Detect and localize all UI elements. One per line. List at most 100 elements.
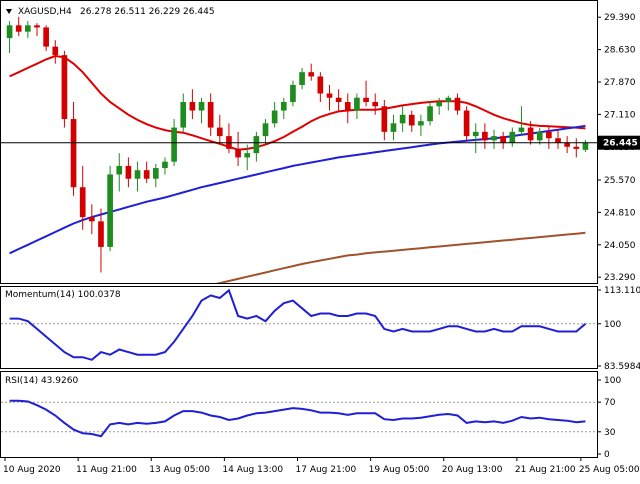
candle-body <box>116 165 123 175</box>
candle-body <box>363 97 369 103</box>
candle-body <box>354 97 360 111</box>
candle-body <box>107 174 113 247</box>
candle-body <box>52 46 59 56</box>
candle-body <box>573 146 580 149</box>
candle-body <box>198 102 205 111</box>
momentum-plot <box>1 288 597 361</box>
candle-body <box>472 131 479 137</box>
candle-body <box>427 106 433 122</box>
candle-body <box>61 55 68 120</box>
x-tick-label: 13 Aug 05:00 <box>149 465 210 475</box>
rsi-tick-label: 30 <box>604 428 616 438</box>
candle-body <box>125 165 132 179</box>
x-tick-label: 20 Aug 13:00 <box>442 465 503 475</box>
candle-body <box>482 131 488 141</box>
y-tick-label: 25.570 <box>604 176 636 186</box>
momentum-tick-label: 83.5984 <box>604 362 640 372</box>
candle-body <box>299 72 305 85</box>
candle-body <box>207 102 214 128</box>
candle-body <box>143 170 150 179</box>
x-tick-label: 10 Aug 2020 <box>3 465 61 475</box>
candle-body <box>372 102 379 107</box>
x-tick-label: 17 Aug 21:00 <box>296 465 357 475</box>
candle-body <box>381 106 388 132</box>
x-tick-label: 11 Aug 21:00 <box>76 465 137 475</box>
y-tick-label: 27.110 <box>604 110 636 120</box>
candle-body <box>262 123 269 137</box>
candle-body <box>180 102 187 128</box>
candle-body <box>171 127 177 162</box>
candle-body <box>418 121 424 126</box>
candle-body <box>344 102 351 111</box>
candle-body <box>509 131 516 143</box>
main-title: XAGUSD,H4 <box>18 7 72 17</box>
candle-body <box>25 25 31 32</box>
candle-body <box>390 123 397 132</box>
momentum-tick-label: 100 <box>604 320 621 330</box>
candle-body <box>290 84 296 103</box>
ohlc-header: 26.278 26.511 26.229 26.445 <box>80 7 215 17</box>
rsi-tick-label: 0 <box>604 450 610 460</box>
current-price-label: 26.445 <box>603 139 638 149</box>
y-tick-label: 24.050 <box>604 241 636 251</box>
candle-body <box>89 217 95 222</box>
ma-line-0 <box>9 54 586 151</box>
y-tick-label: 23.290 <box>604 273 636 283</box>
candle-body <box>491 136 497 141</box>
rsi-tick-label: 100 <box>604 376 621 386</box>
x-tick-label: 19 Aug 05:00 <box>369 465 430 475</box>
rsi-title: RSI(14) 43.9260 <box>5 376 78 386</box>
candle-body <box>399 114 406 124</box>
candle-body <box>518 127 525 132</box>
candle-body <box>253 136 260 154</box>
rsi-plot <box>1 399 597 438</box>
candle-body <box>79 187 86 218</box>
candle-body <box>34 25 40 28</box>
candle-body <box>43 27 49 47</box>
y-tick-label: 24.810 <box>604 208 636 218</box>
momentum-tick-label: 113.1103 <box>604 286 640 296</box>
x-tick-label: 25 Aug 05:00 <box>579 465 640 475</box>
momentum-line <box>9 288 587 361</box>
candle-body <box>436 102 443 107</box>
chart-window: XAGUSD,H4 26.278 26.511 26.229 26.445 Mo… <box>0 0 640 480</box>
candle-body <box>15 25 22 32</box>
candle-body <box>582 142 589 150</box>
candle-body <box>536 131 543 141</box>
rsi-tick-label: 70 <box>604 398 616 408</box>
candle-body <box>335 97 342 103</box>
candle-body <box>70 119 77 188</box>
ma-line-1 <box>9 124 586 255</box>
candle-body <box>134 170 141 179</box>
momentum-title: Momentum(14) 100.0378 <box>5 290 121 300</box>
x-tick-label: 21 Aug 21:00 <box>515 465 576 475</box>
candle-body <box>189 102 196 111</box>
rsi-pane-frame <box>0 371 598 458</box>
y-tick-label: 27.870 <box>604 78 636 88</box>
y-tick-label: 29.390 <box>604 13 636 23</box>
ma-line-2 <box>215 231 586 283</box>
rsi-line <box>9 399 586 438</box>
chart-canvas: XAGUSD,H4 26.278 26.511 26.229 26.445 Mo… <box>0 0 640 475</box>
candle-body <box>271 110 278 124</box>
candle-body <box>244 153 251 158</box>
candle-body <box>152 168 159 179</box>
candle-body <box>216 127 223 137</box>
candle-body <box>500 136 506 143</box>
candle-body <box>280 102 287 111</box>
candle-body <box>527 127 534 141</box>
candle-body <box>6 25 13 39</box>
candle-body <box>162 161 168 169</box>
candle-body <box>308 72 315 77</box>
x-tick-label: 14 Aug 13:00 <box>222 465 283 475</box>
main-plot <box>1 16 597 283</box>
y-tick-label: 28.630 <box>604 46 636 56</box>
candle-body <box>454 97 461 111</box>
dropdown-icon[interactable] <box>6 9 12 14</box>
candle-body <box>463 110 470 137</box>
candle-body <box>546 131 552 139</box>
candle-body <box>555 138 561 143</box>
candle-body <box>235 148 241 158</box>
candle-body <box>445 97 452 103</box>
candle-body <box>326 93 333 98</box>
